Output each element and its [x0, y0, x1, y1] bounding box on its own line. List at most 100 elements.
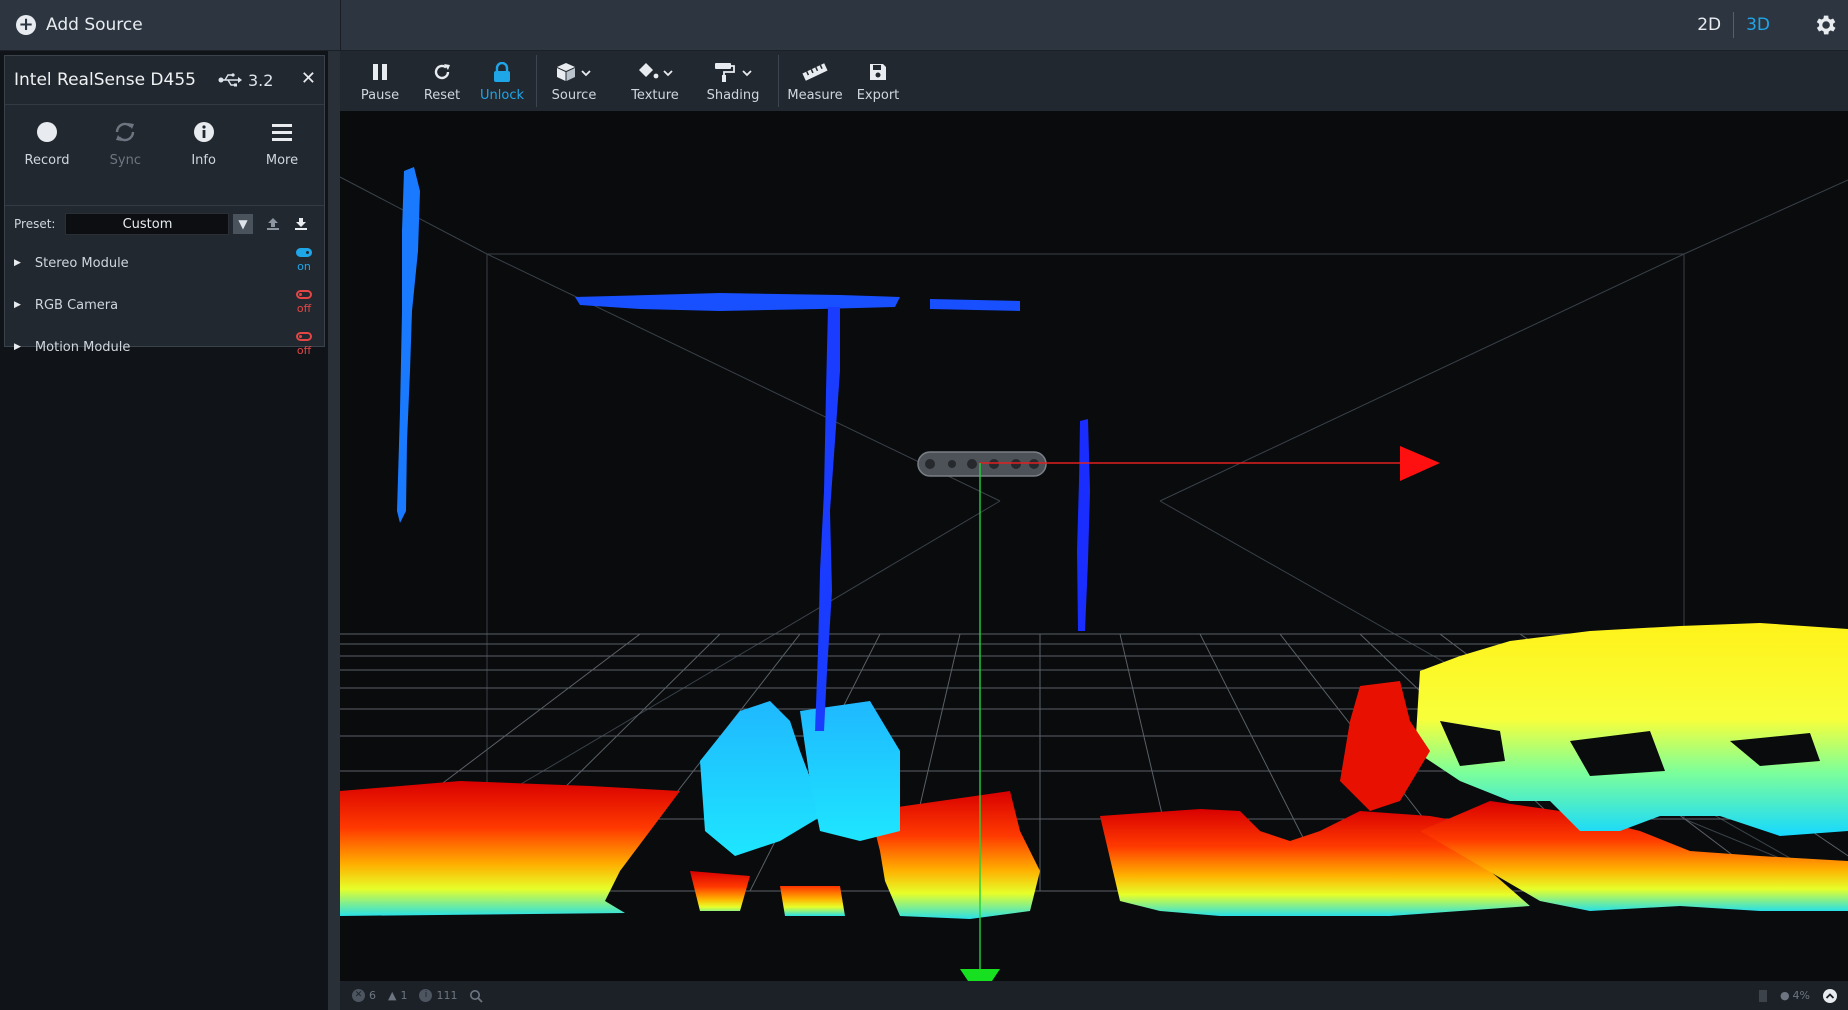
camera-model [917, 451, 1047, 477]
module-label: Stereo Module [34, 255, 129, 271]
preset-value: Custom [122, 216, 173, 232]
unlock-label: Unlock [480, 88, 524, 103]
toggle-state: off [296, 302, 312, 315]
preset-select[interactable]: Custom [65, 213, 230, 235]
add-source-button[interactable]: + Add Source [0, 0, 341, 50]
record-icon [37, 122, 57, 142]
usb-info: 3.2 [218, 71, 273, 90]
info-icon: i [419, 989, 433, 1002]
usb-icon [218, 73, 242, 87]
add-source-label: Add Source [46, 15, 143, 35]
upload-icon[interactable] [263, 214, 283, 234]
source-label: Source [551, 88, 597, 103]
collapse-up-icon[interactable] [1822, 988, 1838, 1004]
source-dropdown[interactable]: Source [544, 51, 604, 111]
motion-toggle[interactable]: off [296, 332, 312, 357]
reset-label: Reset [423, 88, 461, 103]
module-motion[interactable]: ▶ Motion Module off [5, 326, 324, 368]
info-count-value: 111 [436, 989, 458, 1002]
stereo-toggle[interactable]: on [296, 248, 312, 273]
device-name: Intel RealSense D455 [14, 70, 196, 90]
shading-dropdown[interactable]: Shading [700, 51, 766, 111]
menu-icon [271, 124, 292, 141]
toolbar-divider [536, 55, 537, 107]
texture-dropdown[interactable]: Texture [624, 51, 686, 111]
error-icon: ✕ [352, 989, 365, 1002]
module-rgb[interactable]: ▶ RGB Camera off [5, 284, 324, 326]
preset-label: Preset: [14, 217, 56, 231]
info-icon [193, 122, 214, 142]
plus-circle-icon: + [16, 15, 36, 35]
pause-button[interactable]: Pause [358, 51, 402, 111]
red-object-cloud [1340, 681, 1430, 811]
pause-icon [373, 64, 387, 80]
point-cloud-viewport[interactable] [340, 111, 1848, 981]
device-actions: Record Sync Info More [5, 105, 324, 206]
cube-icon [557, 63, 591, 81]
blue-pole-left [397, 167, 420, 523]
close-icon[interactable]: ✕ [301, 68, 316, 89]
info-label: Info [191, 153, 216, 168]
device-header: Intel RealSense D455 3.2 ✕ [5, 56, 324, 105]
top-bar: + Add Source 2D 3D [0, 0, 1848, 51]
export-label: Export [856, 88, 900, 103]
more-label: More [265, 153, 299, 168]
record-label: Record [24, 153, 70, 168]
shading-label: Shading [706, 88, 760, 103]
lock-icon [494, 62, 510, 82]
drop-icon: ● [1779, 989, 1790, 1002]
expand-arrow-icon[interactable]: ▶ [14, 342, 21, 352]
warning-icon: ▲ [388, 989, 397, 1002]
status-bar: ✕ 6 ▲ 1 i 111 ● 4% [340, 981, 1848, 1010]
toolbar-divider [778, 55, 779, 107]
toggle-state: off [296, 344, 312, 357]
pause-label: Pause [360, 88, 400, 103]
error-count-value: 6 [369, 989, 376, 1002]
search-icon[interactable] [469, 989, 484, 1003]
texture-label: Texture [631, 88, 679, 103]
module-label: RGB Camera [34, 297, 119, 313]
expand-arrow-icon[interactable]: ▶ [14, 258, 21, 268]
view-3d-button[interactable]: 3D [1734, 15, 1782, 35]
measure-label: Measure [787, 88, 843, 103]
battery-icon [1758, 989, 1768, 1003]
preset-row: Preset: Custom ▼ [5, 206, 324, 242]
info-button[interactable]: Info [168, 105, 240, 205]
sync-button[interactable]: Sync [89, 105, 161, 205]
reset-button[interactable]: Reset [420, 51, 464, 111]
paint-bucket-icon [639, 63, 673, 79]
blue-pole-right [1077, 419, 1090, 631]
unlock-button[interactable]: Unlock [478, 51, 526, 111]
module-stereo[interactable]: ▶ Stereo Module on [5, 242, 324, 284]
sync-icon [116, 122, 135, 142]
error-count[interactable]: ✕ 6 [352, 989, 376, 1002]
blue-crossbar [575, 293, 1020, 311]
chevron-down-icon[interactable]: ▼ [233, 214, 253, 234]
reset-icon [434, 64, 450, 80]
zoom-indicator: ● 4% [1780, 989, 1810, 1002]
sync-label: Sync [109, 153, 141, 168]
more-button[interactable]: More [246, 105, 318, 205]
measure-button[interactable]: Measure [786, 51, 844, 111]
expand-arrow-icon[interactable]: ▶ [14, 300, 21, 310]
view-2d-button[interactable]: 2D [1685, 15, 1733, 35]
record-button[interactable]: Record [11, 105, 83, 205]
download-icon[interactable] [291, 214, 311, 234]
gear-icon[interactable] [1812, 12, 1838, 38]
lower-floor-strip [690, 871, 845, 916]
export-button[interactable]: Export [854, 51, 902, 111]
rgb-toggle[interactable]: off [296, 290, 312, 315]
info-count[interactable]: i 111 [419, 989, 457, 1002]
floor-left-cloud [340, 781, 680, 916]
save-icon [870, 64, 886, 80]
toggle-state: on [297, 260, 311, 273]
zoom-value: 4% [1792, 989, 1810, 1002]
blue-pole-center [815, 307, 840, 731]
warning-count[interactable]: ▲ 1 [388, 989, 407, 1002]
ruler-icon [802, 63, 828, 81]
usb-version: 3.2 [247, 70, 274, 90]
device-panel: Intel RealSense D455 3.2 ✕ Record Sync I… [0, 51, 340, 1010]
point-cloud-render [340, 167, 1848, 981]
module-label: Motion Module [34, 339, 131, 355]
warning-count-value: 1 [400, 989, 408, 1002]
